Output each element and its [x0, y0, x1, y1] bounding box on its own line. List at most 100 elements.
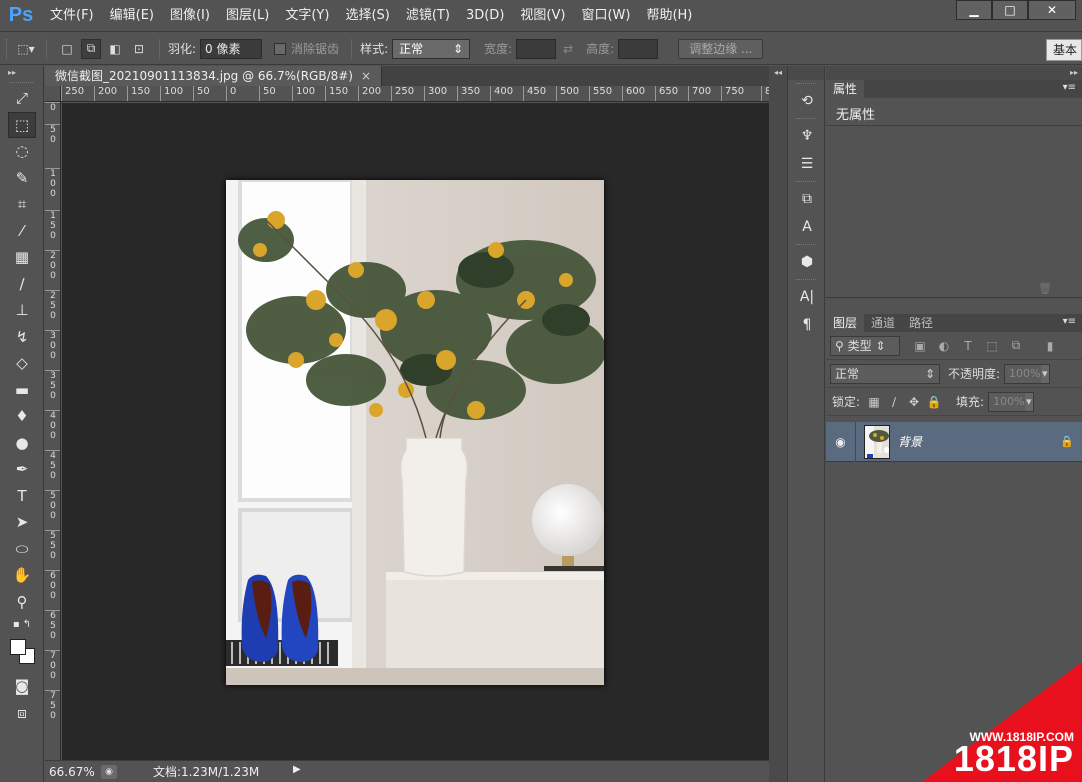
chevron-down-icon[interactable]: ▾	[1024, 392, 1034, 411]
lock-position-icon[interactable]: ✥	[904, 395, 924, 409]
dodge-tool-icon[interactable]: ●	[0, 430, 44, 457]
pen-tool-icon[interactable]: ✒	[0, 456, 44, 483]
3d-icon[interactable]: ⬢	[788, 248, 826, 276]
panel-menu-icon[interactable]: ▾≡	[1063, 82, 1076, 93]
lock-all-icon[interactable]: 🔒	[924, 395, 944, 409]
new-selection-icon[interactable]: □	[57, 39, 77, 59]
subtract-selection-icon[interactable]: ◧	[105, 39, 125, 59]
opacity-input[interactable]: 100% ▾	[1004, 363, 1051, 384]
menu-edit[interactable]: 编辑(E)	[102, 0, 162, 32]
close-button[interactable]: ✕	[1028, 0, 1076, 20]
fill-input[interactable]: 100% ▾	[988, 391, 1035, 412]
document-image[interactable]	[226, 180, 604, 685]
move-tool-icon[interactable]: ⤢	[0, 85, 44, 112]
marquee-tool-icon[interactable]: ⬚	[8, 111, 36, 138]
menu-select[interactable]: 选择(S)	[337, 0, 397, 32]
paragraph-icon[interactable]: ¶	[788, 311, 826, 339]
antialias-checkbox[interactable]	[274, 42, 287, 55]
stamp-tool-icon[interactable]: ⊥	[0, 297, 44, 324]
eye-icon[interactable]: ◉	[826, 421, 856, 462]
gradient-tool-icon[interactable]: ▬	[0, 377, 44, 404]
vertical-ruler[interactable]: 0 5 0 1 0 0 1 5 0 2 0 0 2 5 0 3 0 0 3 5 …	[45, 102, 61, 760]
filter-adjustment-icon[interactable]: ◐	[934, 339, 954, 353]
eraser-tool-icon[interactable]: ◇	[0, 350, 44, 377]
crop-tool-icon[interactable]: ⌗	[0, 191, 44, 218]
minimize-button[interactable]: ▁	[956, 0, 992, 20]
ellipse-tool-icon[interactable]: ⬭	[0, 536, 44, 563]
history-brush-tool-icon[interactable]: ↯	[0, 324, 44, 351]
filter-type-icon[interactable]: T	[958, 339, 978, 353]
add-selection-icon[interactable]: ⧉	[81, 38, 101, 59]
chevron-down-icon[interactable]: ▾	[1040, 364, 1050, 383]
feather-input[interactable]: 0 像素	[200, 38, 263, 59]
blend-mode-select[interactable]: 正常 ⇕	[830, 363, 940, 384]
height-input[interactable]	[618, 38, 659, 59]
document-tab[interactable]: 微信截图_20210901113834.jpg @ 66.7%(RGB/8#) ×	[45, 66, 383, 86]
hand-tool-icon[interactable]: ✋	[0, 562, 44, 589]
intersect-selection-icon[interactable]: ⊡	[129, 39, 149, 59]
menu-type[interactable]: 文字(Y)	[277, 0, 337, 32]
filter-smart-object-icon[interactable]: ⧉	[1006, 338, 1026, 353]
collapse-icon[interactable]: ▸▸	[0, 66, 43, 80]
character-icon[interactable]: A|	[788, 283, 826, 311]
tab-channels[interactable]: 通道	[864, 314, 902, 332]
maximize-button[interactable]: □	[992, 0, 1028, 20]
path-select-tool-icon[interactable]: ➤	[0, 509, 44, 536]
style-select[interactable]: 正常 ⇕	[392, 38, 471, 59]
layer-name[interactable]: 背景	[898, 433, 1052, 450]
options-grip[interactable]	[6, 38, 14, 59]
menu-window[interactable]: 窗口(W)	[573, 0, 638, 32]
eyedropper-tool-icon[interactable]: ⁄	[0, 218, 44, 245]
menu-file[interactable]: 文件(F)	[42, 0, 102, 32]
clone-source-icon[interactable]: ⧉	[788, 185, 826, 213]
layer-row[interactable]: ◉ 背景 🔒	[826, 421, 1082, 462]
history-icon[interactable]: ⟲	[788, 87, 826, 115]
canvas-area[interactable]	[62, 103, 769, 760]
swap-colors-icon[interactable]: ▪ ↰	[0, 615, 44, 633]
layer-filter-select[interactable]: ⚲ 类型 ⇕	[830, 335, 900, 356]
marquee-preset-icon[interactable]: ⬚▾	[16, 39, 36, 59]
menu-image[interactable]: 图像(I)	[162, 0, 218, 32]
proof-icon[interactable]: ◉	[101, 764, 117, 779]
tab-properties[interactable]: 属性	[826, 80, 865, 98]
tab-layers[interactable]: 图层	[826, 314, 865, 332]
quick-select-tool-icon[interactable]: ✎	[0, 165, 44, 192]
foreground-color-swatch[interactable]	[10, 639, 26, 655]
lasso-tool-icon[interactable]: ◌	[0, 138, 44, 165]
close-tab-icon[interactable]: ×	[361, 69, 371, 83]
quick-mask-icon[interactable]: ◙	[0, 673, 44, 700]
filter-toggle-icon[interactable]: ▮	[1040, 339, 1060, 353]
healing-brush-tool-icon[interactable]: ▦	[0, 244, 44, 271]
width-input[interactable]	[516, 38, 557, 59]
menu-filter[interactable]: 滤镜(T)	[398, 0, 458, 32]
brush-presets-icon[interactable]: ♆	[788, 122, 826, 150]
menu-layer[interactable]: 图层(L)	[218, 0, 277, 32]
refine-edge-button[interactable]: 调整边缘 ...	[678, 38, 764, 59]
zoom-level[interactable]: 66.67%	[45, 765, 95, 779]
zoom-tool-icon[interactable]: ⚲	[0, 589, 44, 616]
status-menu-arrow-icon[interactable]: ▶	[293, 764, 307, 780]
delete-icon[interactable]: 🗑	[826, 282, 1082, 296]
swap-dimensions-icon[interactable]: ⇄	[558, 39, 578, 59]
panel-menu-icon[interactable]: ▾≡	[1063, 316, 1076, 327]
tab-paths[interactable]: 路径	[902, 314, 940, 332]
ruler-origin[interactable]	[45, 86, 61, 102]
horizontal-ruler[interactable]: 250 200 150 100 50 0 50 100 150 200 250 …	[61, 86, 769, 102]
filter-shape-icon[interactable]: ⬚	[982, 339, 1002, 353]
menu-view[interactable]: 视图(V)	[512, 0, 573, 32]
adjustments-icon[interactable]: ☰	[788, 150, 826, 178]
menu-help[interactable]: 帮助(H)	[638, 0, 700, 32]
lock-image-icon[interactable]: ∕	[884, 395, 904, 409]
screen-mode-icon[interactable]: ⧈	[0, 700, 44, 727]
workspace-button[interactable]: 基本	[1046, 39, 1082, 61]
type-tool-icon[interactable]: T	[0, 483, 44, 510]
blur-tool-icon[interactable]: ♦	[0, 403, 44, 430]
collapse-icon[interactable]: ▸▸	[826, 66, 1082, 80]
filter-pixel-icon[interactable]: ▣	[910, 339, 930, 353]
lock-transparent-icon[interactable]: ▦	[864, 395, 884, 409]
menu-3d[interactable]: 3D(D)	[458, 0, 512, 32]
brush-tool-icon[interactable]: ∕	[0, 271, 44, 298]
dock-grip[interactable]	[788, 66, 824, 80]
character-styles-icon[interactable]: A	[788, 213, 826, 241]
collapse-icon[interactable]: ◂◂	[769, 66, 787, 80]
